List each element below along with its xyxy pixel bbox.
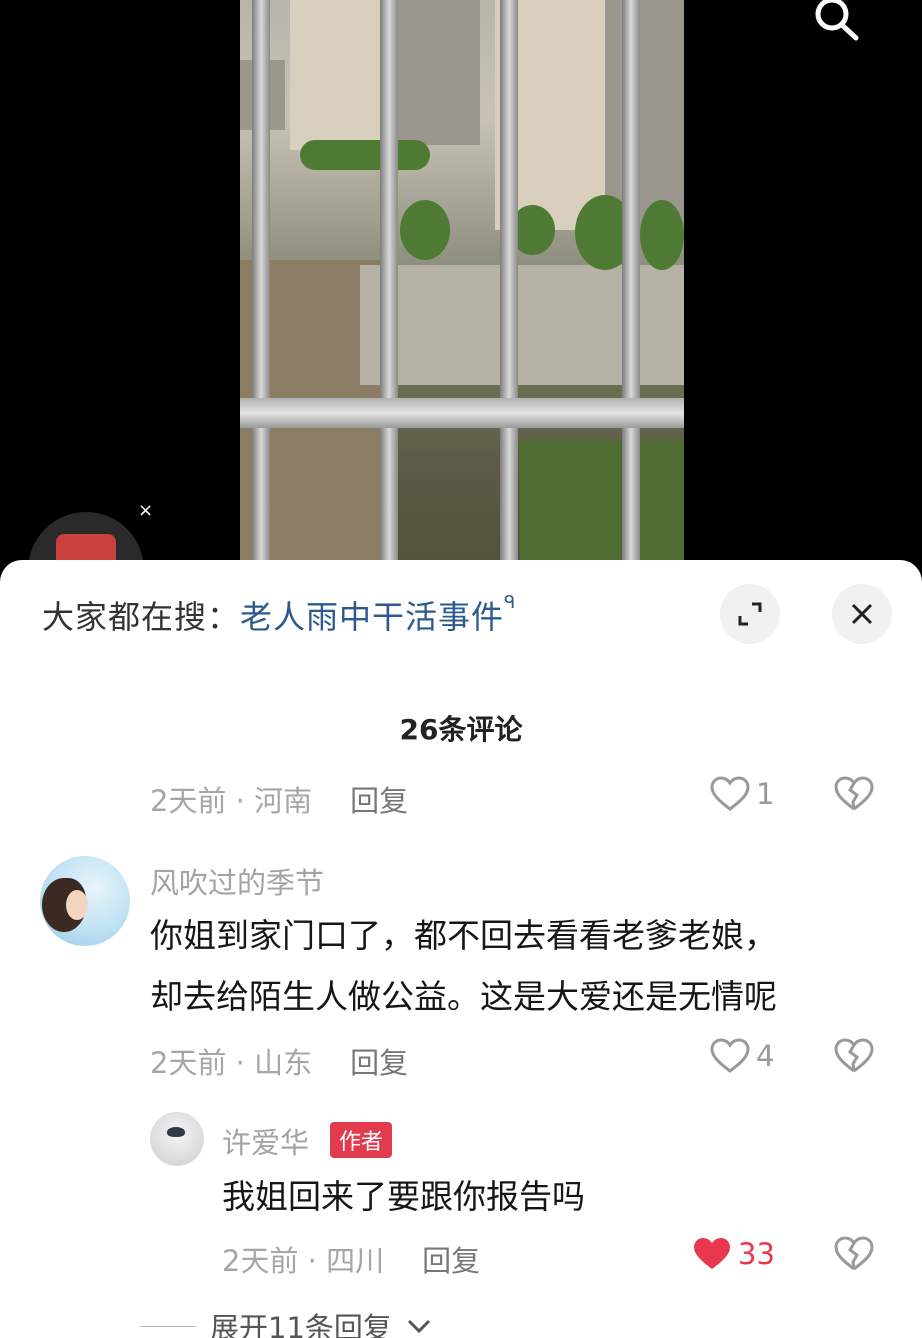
broken-heart-icon — [834, 776, 874, 811]
like-count: 1 — [756, 777, 775, 811]
building — [290, 0, 390, 150]
building — [390, 0, 480, 145]
dislike-button[interactable] — [834, 1236, 874, 1276]
like-count: 33 — [738, 1237, 775, 1271]
trending-search-keyword[interactable]: 老人雨中干活事件 — [240, 598, 504, 636]
comment-meta: 2天前 · 四川 回复 — [222, 1238, 480, 1280]
tree — [640, 200, 684, 270]
expand-replies-button[interactable]: 展开11条回复 — [140, 1305, 432, 1338]
search-mini-icon: ᑫ — [504, 592, 517, 613]
trending-search-prefix: 大家都在搜： — [42, 598, 241, 636]
reply-button[interactable]: 回复 — [422, 1244, 480, 1278]
grass — [520, 440, 684, 580]
comment-text-line: 却去给陌生人做公益。这是大爱还是无情呢 — [150, 977, 777, 1016]
trending-search[interactable]: 大家都在搜：老人雨中干活事件ᑫ — [42, 592, 516, 638]
dislike-button[interactable] — [834, 776, 874, 816]
expand-replies-label: 展开11条回复 — [210, 1311, 392, 1338]
window-bar — [500, 0, 518, 580]
close-mini-player-icon[interactable]: × — [138, 500, 153, 521]
broken-heart-icon — [834, 1038, 874, 1073]
comment-username[interactable]: 许爱华 — [222, 1120, 309, 1162]
window-bar — [252, 0, 270, 580]
building — [605, 0, 684, 230]
close-button[interactable] — [832, 584, 892, 644]
like-button[interactable]: 4 — [710, 1038, 774, 1074]
comment-text: 你姐到家门口了，都不回去看看老爹老娘， 却去给陌生人做公益。这是大爱还是无情呢 — [150, 905, 777, 1027]
comment-text-line: 你姐到家门口了，都不回去看看老爹老娘， — [150, 916, 777, 955]
like-button[interactable]: 33 — [692, 1236, 775, 1272]
comment-time-location: 2天前 · 山东 — [150, 1046, 313, 1080]
dislike-button[interactable] — [834, 1038, 874, 1078]
search-icon[interactable] — [810, 0, 860, 42]
comment-sheet: 大家都在搜：老人雨中干活事件ᑫ 26条评论 2天前 · 河南 回复 1 风吹过的季… — [0, 560, 922, 1338]
window-bar — [622, 0, 640, 580]
heart-filled-icon — [694, 1238, 730, 1269]
expand-button[interactable] — [720, 584, 780, 644]
chevron-down-icon — [407, 1319, 430, 1334]
broken-heart-icon — [834, 1236, 874, 1271]
comment-text: 我姐回来了要跟你报告吗 — [222, 1177, 585, 1216]
video-player[interactable] — [240, 0, 684, 580]
heart-outline-icon — [710, 1038, 750, 1073]
window-bar — [380, 0, 398, 580]
avatar-face — [66, 890, 88, 920]
reply-button[interactable]: 回复 — [350, 1046, 408, 1080]
comment-time-location: 2天前 · 河南 — [150, 784, 313, 818]
avatar-bird — [167, 1127, 185, 1137]
comment-time-location: 2天前 · 四川 — [222, 1244, 385, 1278]
expand-icon — [738, 602, 762, 626]
divider — [140, 1325, 196, 1327]
avatar[interactable] — [150, 1112, 204, 1166]
avatar[interactable] — [40, 856, 130, 946]
window-rail — [240, 398, 684, 428]
comment-username[interactable]: 风吹过的季节 — [150, 860, 324, 902]
tree-line — [300, 140, 430, 170]
like-button[interactable]: 1 — [710, 776, 774, 812]
author-badge: 作者 — [330, 1122, 393, 1158]
comment-meta: 2天前 · 河南 回复 — [150, 778, 408, 820]
comment-meta: 2天前 · 山东 回复 — [150, 1040, 408, 1082]
like-count: 4 — [756, 1039, 775, 1073]
close-icon — [851, 603, 873, 625]
reply-button[interactable]: 回复 — [350, 784, 408, 818]
heart-outline-icon — [710, 776, 750, 811]
comment-count-title: 26条评论 — [399, 713, 523, 746]
tree — [400, 200, 450, 260]
